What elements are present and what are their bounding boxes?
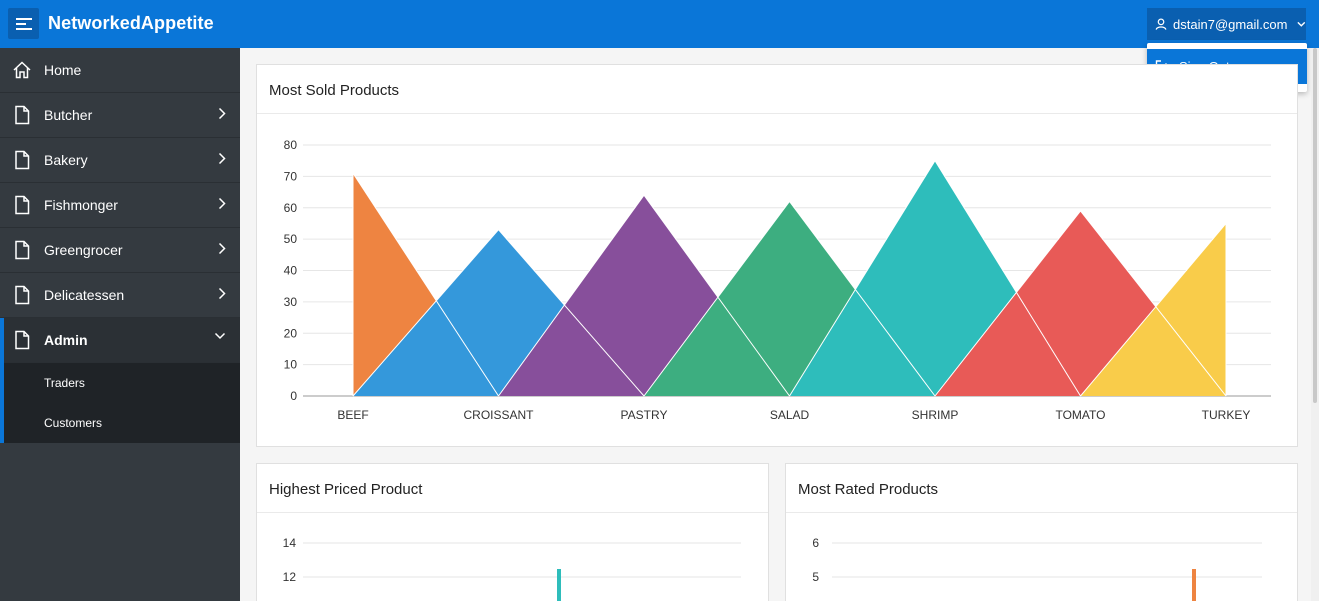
bar[interactable] bbox=[557, 569, 561, 601]
sidebar-item-greengrocer[interactable]: Greengrocer bbox=[0, 228, 240, 273]
chevron-right-icon bbox=[218, 287, 226, 300]
page-icon bbox=[15, 240, 30, 260]
chevron-right-icon bbox=[218, 242, 226, 255]
page-icon bbox=[15, 285, 30, 305]
page-icon bbox=[15, 150, 30, 170]
y-tick-label: 14 bbox=[283, 536, 297, 550]
sidebar-item-label: Greengrocer bbox=[44, 242, 123, 258]
sidebar-item-butcher[interactable]: Butcher bbox=[0, 93, 240, 138]
highest-priced-chart: 14 12 bbox=[283, 536, 741, 601]
scrollbar-thumb[interactable] bbox=[1313, 48, 1317, 403]
most-sold-chart: 0 10 20 30 40 50 60 70 80 BEEF CROISSANT PASTRY SALA… bbox=[284, 138, 1271, 422]
sidebar-item-admin[interactable]: Admin bbox=[0, 318, 240, 363]
admin-submenu: Traders Customers bbox=[0, 363, 240, 443]
sidebar-item-home[interactable]: Home bbox=[0, 48, 240, 93]
sidebar-item-label: Bakery bbox=[44, 152, 88, 168]
y-tick-label: 60 bbox=[284, 201, 298, 215]
x-tick-label: CROISSANT bbox=[463, 408, 534, 422]
home-icon bbox=[13, 61, 31, 79]
sidebar-item-fishmonger[interactable]: Fishmonger bbox=[0, 183, 240, 228]
active-indicator bbox=[0, 318, 4, 443]
chevron-right-icon bbox=[218, 152, 226, 165]
x-tick-label: TOMATO bbox=[1055, 408, 1105, 422]
page-icon bbox=[15, 330, 30, 350]
page-icon bbox=[15, 105, 30, 125]
sidebar-item-label: Butcher bbox=[44, 107, 93, 123]
y-tick-label: 12 bbox=[283, 570, 297, 584]
x-tick-label: SALAD bbox=[770, 408, 810, 422]
y-tick-label: 70 bbox=[284, 169, 298, 183]
x-tick-label: BEEF bbox=[337, 408, 368, 422]
sidebar-subitem-customers[interactable]: Customers bbox=[0, 403, 240, 443]
y-tick-label: 0 bbox=[290, 389, 297, 403]
y-tick-label: 6 bbox=[812, 536, 819, 550]
app-title[interactable]: NetworkedAppetite bbox=[48, 13, 214, 34]
y-tick-label: 5 bbox=[812, 570, 819, 584]
most-rated-products-card: Most Rated Products 65 bbox=[785, 463, 1298, 601]
card-title: Most Sold Products bbox=[269, 82, 400, 99]
x-tick-label: SHRIMP bbox=[912, 408, 959, 422]
hamburger-icon bbox=[15, 17, 32, 30]
chevron-down-icon bbox=[214, 332, 226, 340]
sidebar-subitem-traders[interactable]: Traders bbox=[0, 363, 240, 403]
most-sold-products-card: Most Sold Products 0 10 20 30 40 50 60 70 80 BEEF… bbox=[256, 64, 1298, 447]
sidebar-item-bakery[interactable]: Bakery bbox=[0, 138, 240, 183]
sidebar-item-label: Admin bbox=[44, 332, 88, 348]
y-tick-label: 20 bbox=[284, 326, 298, 340]
chevron-right-icon bbox=[218, 107, 226, 120]
sidebar-item-label: Delicatessen bbox=[44, 287, 125, 303]
top-bar: NetworkedAppetite dstain7@gmail.com bbox=[0, 0, 1319, 48]
sidebar-item-delicatessen[interactable]: Delicatessen bbox=[0, 273, 240, 318]
highest-priced-product-card: Highest Priced Product 14 12 bbox=[256, 463, 769, 601]
most-rated-chart: 65 bbox=[812, 536, 1262, 601]
card-title: Most Rated Products bbox=[798, 481, 939, 498]
y-tick-label: 40 bbox=[284, 264, 298, 278]
x-tick-label: PASTRY bbox=[621, 408, 668, 422]
user-email: dstain7@gmail.com bbox=[1173, 16, 1288, 32]
chevron-down-icon bbox=[1297, 21, 1306, 27]
x-tick-label: TURKEY bbox=[1202, 408, 1251, 422]
card-title: Highest Priced Product bbox=[269, 481, 423, 498]
user-icon bbox=[1155, 18, 1167, 30]
sidebar-item-label: Fishmonger bbox=[44, 197, 118, 213]
y-tick-label: 80 bbox=[284, 138, 298, 152]
page-icon bbox=[15, 195, 30, 215]
y-tick-label: 30 bbox=[284, 295, 298, 309]
bar[interactable] bbox=[1192, 569, 1196, 601]
y-tick-label: 10 bbox=[284, 358, 298, 372]
sidebar: Home Butcher Bakery Fishmonger Greengroc… bbox=[0, 48, 240, 601]
user-menu-button[interactable]: dstain7@gmail.com bbox=[1147, 8, 1306, 40]
y-tick-label: 50 bbox=[284, 232, 298, 246]
chevron-right-icon bbox=[218, 197, 226, 210]
sidebar-item-label: Home bbox=[44, 62, 82, 78]
menu-toggle-button[interactable] bbox=[8, 8, 39, 39]
